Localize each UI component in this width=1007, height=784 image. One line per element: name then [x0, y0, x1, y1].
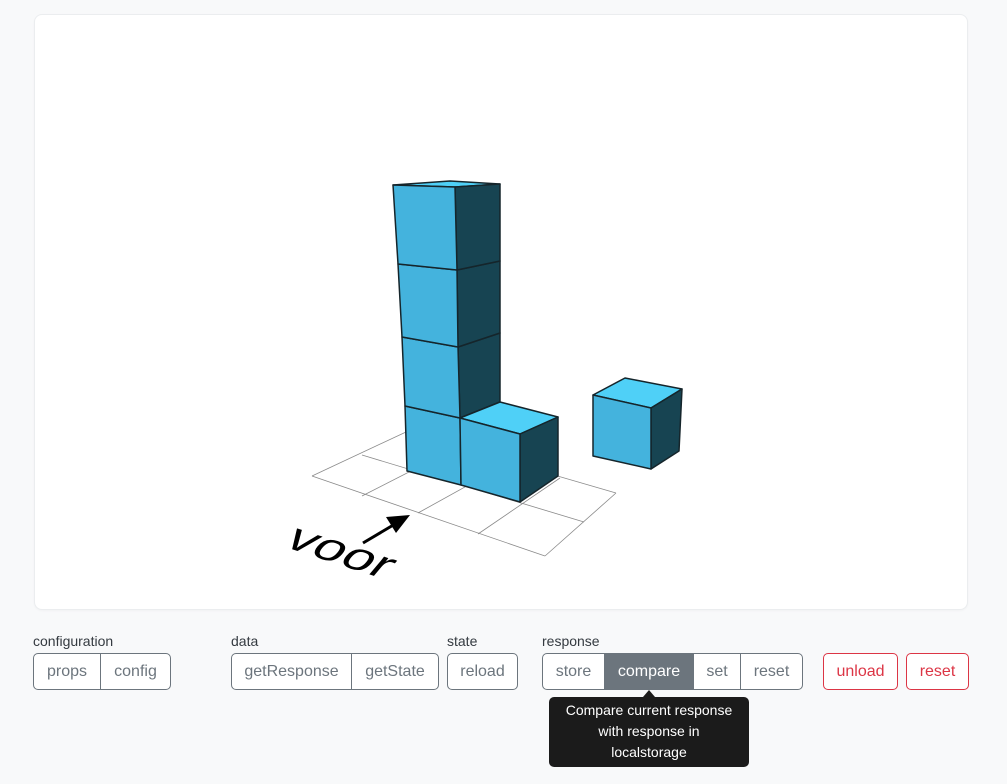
configuration-group-label: configuration	[33, 633, 114, 649]
get-state-button[interactable]: getState	[351, 653, 439, 690]
cube-stack-3	[397, 260, 501, 348]
state-group-label: state	[447, 633, 478, 649]
tooltip-line-2: with response in	[598, 723, 700, 739]
data-button-group: getResponse getState	[231, 653, 439, 690]
get-response-button[interactable]: getResponse	[231, 653, 352, 690]
cube-floor-right	[592, 377, 683, 470]
set-button[interactable]: set	[693, 653, 741, 690]
response-group-label: response	[542, 633, 600, 649]
cube-stack-4	[392, 180, 501, 271]
compare-button[interactable]: compare	[604, 653, 694, 690]
store-button[interactable]: store	[542, 653, 605, 690]
tooltip-arrow	[643, 690, 655, 697]
cube-floor-front	[459, 401, 559, 503]
unload-button-wrap: unload	[823, 653, 898, 690]
tooltip-line-1: Compare current response	[565, 702, 733, 718]
response-button-group: store compare set reset	[542, 653, 803, 690]
data-group-label: data	[231, 633, 259, 649]
configuration-button-group: props config	[33, 653, 171, 690]
response-reset-button[interactable]: reset	[740, 653, 803, 690]
reload-button[interactable]: reload	[447, 653, 518, 690]
reset-button[interactable]: reset	[906, 653, 969, 690]
unload-button[interactable]: unload	[823, 653, 898, 690]
tooltip-line-3: localstorage	[611, 744, 687, 760]
state-button-group: reload	[447, 653, 518, 690]
reset-button-wrap: reset	[906, 653, 969, 690]
config-button[interactable]: config	[100, 653, 171, 690]
props-button[interactable]: props	[33, 653, 101, 690]
compare-tooltip: Compare current response with response i…	[549, 697, 749, 767]
cube-stack-1	[404, 405, 462, 486]
